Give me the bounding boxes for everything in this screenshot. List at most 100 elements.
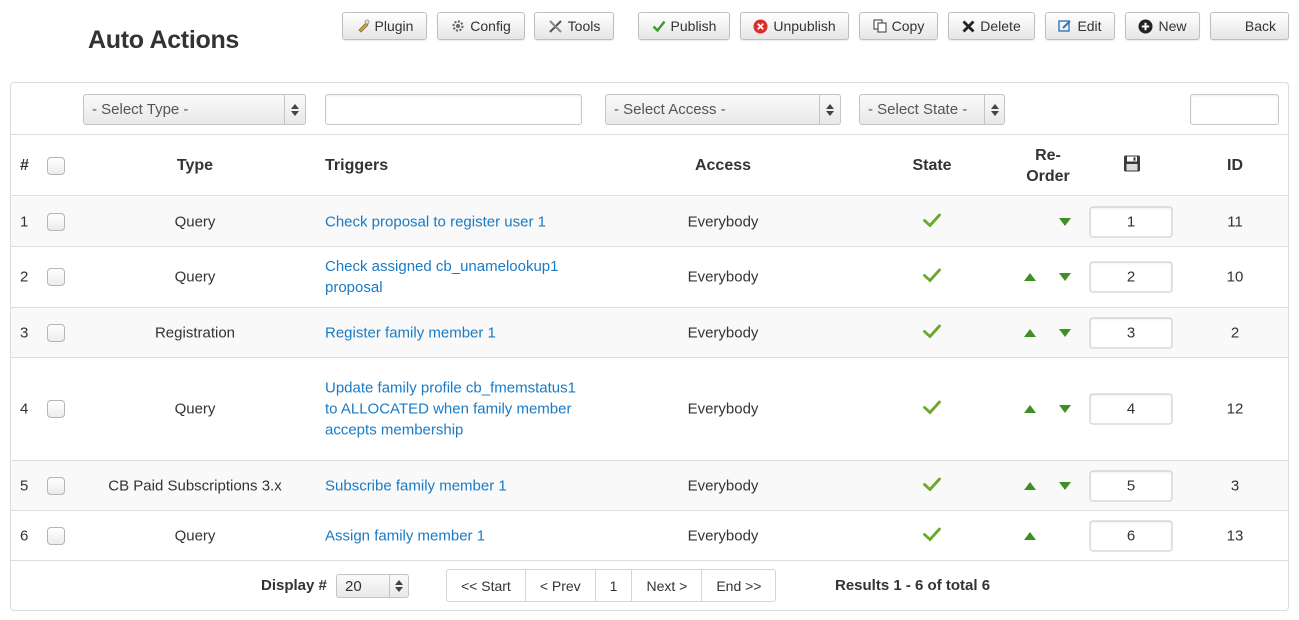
table-header: # Type Triggers Access State Re- Order I… xyxy=(11,136,1288,196)
row-trigger-link[interactable]: Subscribe family member 1 xyxy=(325,475,587,496)
edit-button[interactable]: Edit xyxy=(1045,12,1115,40)
back-button[interactable]: Back xyxy=(1210,12,1289,40)
pager-page-1[interactable]: 1 xyxy=(596,570,633,601)
row-type: CB Paid Subscriptions 3.x xyxy=(108,477,282,494)
arrow-up-icon xyxy=(1024,328,1036,337)
table-row: 4 Query Update family profile cb_fmemstatu… xyxy=(11,358,1288,461)
move-up-button[interactable] xyxy=(1024,531,1036,540)
row-state-toggle[interactable] xyxy=(923,476,941,496)
row-number: 5 xyxy=(20,477,29,494)
row-access: Everybody xyxy=(687,324,759,341)
select-all-checkbox[interactable] xyxy=(47,156,65,175)
row-number: 2 xyxy=(20,268,29,286)
pager-prev[interactable]: < Prev xyxy=(526,570,596,601)
access-filter-select[interactable]: - Select Access - xyxy=(605,94,841,125)
publish-button[interactable]: Publish xyxy=(638,12,730,40)
published-check-icon xyxy=(923,477,941,491)
row-access: Everybody xyxy=(687,527,759,544)
plugin-button[interactable]: Plugin xyxy=(342,12,427,40)
table-row: 3 Registration Register family member 1 Eve… xyxy=(11,308,1288,358)
row-type: Query xyxy=(174,400,216,418)
row-checkbox[interactable] xyxy=(47,268,65,286)
row-state-toggle[interactable] xyxy=(923,399,941,419)
config-button[interactable]: Config xyxy=(437,12,525,40)
row-order-input[interactable]: 2 xyxy=(1089,261,1173,293)
move-up-button[interactable] xyxy=(1024,481,1036,490)
id-filter-input[interactable] xyxy=(1190,94,1279,125)
row-trigger-link[interactable]: Update family profile cb_fmemstatus1 to … xyxy=(325,378,587,441)
row-id: 11 xyxy=(1227,213,1243,230)
plus-circle-icon xyxy=(1138,19,1153,33)
row-order-input[interactable]: 6 xyxy=(1089,520,1173,551)
move-down-button[interactable] xyxy=(1059,273,1071,281)
edit-label: Edit xyxy=(1077,18,1102,34)
header-triggers[interactable]: Triggers xyxy=(325,157,388,175)
row-number: 4 xyxy=(20,400,29,418)
pager-next[interactable]: Next > xyxy=(632,570,703,601)
row-access: Everybody xyxy=(687,400,759,418)
header-id[interactable]: ID xyxy=(1227,157,1243,175)
move-up-button[interactable] xyxy=(1024,405,1036,413)
pager-start[interactable]: << Start xyxy=(447,570,526,601)
row-trigger-link[interactable]: Assign family member 1 xyxy=(325,525,587,546)
table-row: 1 Query Check proposal to register user 1 E… xyxy=(11,197,1288,247)
pager-end[interactable]: End >> xyxy=(702,570,775,601)
row-order-input[interactable]: 5 xyxy=(1089,470,1173,501)
unpublish-button[interactable]: Unpublish xyxy=(740,12,849,40)
header-access[interactable]: Access xyxy=(695,157,751,175)
move-up-button[interactable] xyxy=(1024,273,1036,281)
move-down-button[interactable] xyxy=(1059,217,1071,226)
row-id: 3 xyxy=(1230,477,1240,494)
move-down-button[interactable] xyxy=(1059,481,1071,490)
search-input[interactable] xyxy=(325,94,582,125)
tools-button[interactable]: Tools xyxy=(534,12,614,40)
row-order-input[interactable]: 4 xyxy=(1089,393,1173,425)
arrow-down-icon xyxy=(1059,405,1071,413)
published-check-icon xyxy=(923,324,941,338)
save-order-button[interactable] xyxy=(1124,155,1141,177)
new-button[interactable]: New xyxy=(1125,12,1200,40)
row-type: Query xyxy=(174,527,216,544)
header-state[interactable]: State xyxy=(912,157,951,175)
state-filter-select[interactable]: - Select State - xyxy=(859,94,1005,125)
row-checkbox[interactable] xyxy=(47,476,65,495)
select-arrows-icon xyxy=(389,575,408,597)
row-state-toggle[interactable] xyxy=(923,267,941,287)
published-check-icon xyxy=(923,268,941,283)
row-state-toggle[interactable] xyxy=(923,526,941,546)
delete-label: Delete xyxy=(980,18,1021,34)
move-down-button[interactable] xyxy=(1059,405,1071,413)
plugin-icon xyxy=(357,19,369,33)
delete-icon xyxy=(962,20,975,32)
select-arrows-icon xyxy=(984,95,1004,124)
arrow-up-icon xyxy=(1024,481,1036,490)
row-checkbox[interactable] xyxy=(47,526,65,545)
arrow-up-icon xyxy=(1024,405,1036,413)
copy-icon xyxy=(873,19,887,33)
move-up-button[interactable] xyxy=(1024,328,1036,337)
header-type[interactable]: Type xyxy=(177,157,213,175)
type-filter-select[interactable]: - Select Type - xyxy=(83,94,306,125)
header-number: # xyxy=(20,156,29,174)
row-number: 1 xyxy=(20,213,29,230)
page-title: Auto Actions xyxy=(88,26,240,54)
row-state-toggle[interactable] xyxy=(923,323,941,343)
row-trigger-link[interactable]: Register family member 1 xyxy=(325,322,587,343)
row-checkbox[interactable] xyxy=(47,323,65,342)
select-arrows-icon xyxy=(284,95,305,124)
row-checkbox[interactable] xyxy=(47,212,65,231)
copy-button[interactable]: Copy xyxy=(859,12,938,40)
row-trigger-link[interactable]: Check assigned cb_unamelookup1 proposal xyxy=(325,256,587,298)
row-order-input[interactable]: 1 xyxy=(1089,206,1173,237)
display-count-select[interactable]: 20 xyxy=(336,574,409,598)
back-label: Back xyxy=(1244,18,1276,34)
move-down-button[interactable] xyxy=(1059,328,1071,337)
delete-button[interactable]: Delete xyxy=(948,12,1035,40)
row-trigger-link[interactable]: Check proposal to register user 1 xyxy=(325,211,587,232)
table-row: 2 Query Check assigned cb_unamelookup1 pro… xyxy=(11,247,1288,308)
row-checkbox[interactable] xyxy=(47,400,65,418)
row-state-toggle[interactable] xyxy=(923,212,941,232)
row-order-input[interactable]: 3 xyxy=(1089,317,1173,348)
table-row: 5 CB Paid Subscriptions 3.x Subscribe fami… xyxy=(11,461,1288,511)
header-reorder[interactable]: Re- Order xyxy=(1026,145,1070,187)
